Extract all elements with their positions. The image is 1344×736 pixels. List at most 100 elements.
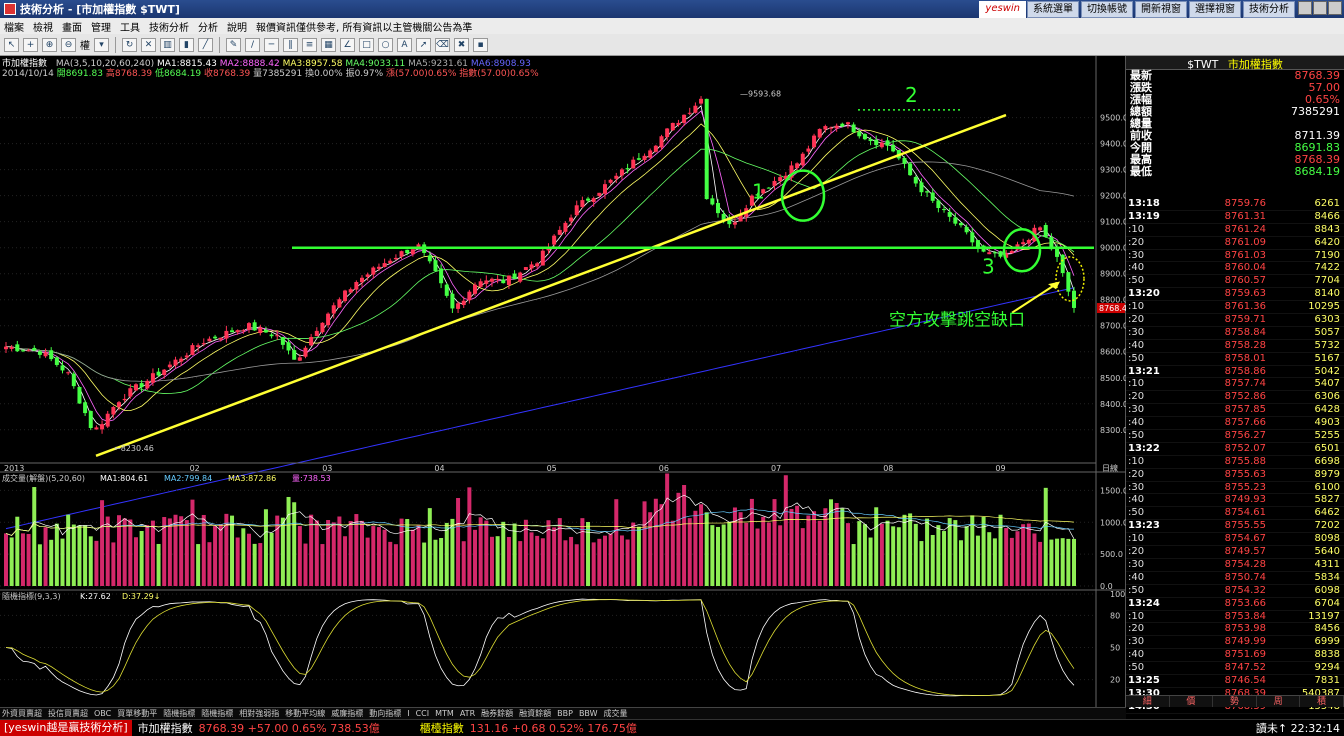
indicator-tab[interactable]: I <box>407 709 409 718</box>
tick-row[interactable]: 13:18 8759.76 6261 <box>1126 198 1344 211</box>
tick-row[interactable]: 13:25 8746.54 7831 <box>1126 675 1344 688</box>
fib-tool-icon[interactable]: ≡ <box>302 37 317 52</box>
dropdown-arrow-icon[interactable]: ▾ <box>94 37 109 52</box>
tick-row[interactable]: :40 8760.04 7422 <box>1126 262 1344 276</box>
draw-icon[interactable]: ✎ <box>226 37 241 52</box>
indicator-tab[interactable]: 成交量 <box>604 708 628 719</box>
cursor-icon[interactable]: ↖ <box>4 37 19 52</box>
menu-manage[interactable]: 管理 <box>91 19 111 34</box>
tab-week[interactable]: 周 <box>1257 696 1301 707</box>
refresh-icon[interactable]: ↻ <box>122 37 137 52</box>
tick-row[interactable]: :10 8755.88 6698 <box>1126 456 1344 469</box>
tick-row[interactable]: 13:23 8755.55 7202 <box>1126 520 1344 534</box>
tick-row[interactable]: :50 8754.32 6098 <box>1126 585 1344 598</box>
menu-technical[interactable]: 技術分析 <box>149 19 189 34</box>
indicator-tab[interactable]: OBC <box>94 709 111 718</box>
tick-row[interactable]: 13:19 8761.31 8466 <box>1126 211 1344 224</box>
tick-row[interactable]: :20 8749.57 5640 <box>1126 546 1344 559</box>
tick-row[interactable]: :50 8758.01 5167 <box>1126 353 1344 366</box>
tick-row[interactable]: :30 8757.85 6428 <box>1126 404 1344 418</box>
tick-row[interactable]: :10 8753.84 13197 <box>1126 611 1344 624</box>
tick-row[interactable]: :40 8758.28 5732 <box>1126 340 1344 353</box>
line-tool-icon[interactable]: / <box>245 37 260 52</box>
indicator-tab[interactable]: BBW <box>579 709 598 718</box>
indicator-tab[interactable]: 外資買賣超 <box>2 708 42 719</box>
tick-row[interactable]: 13:21 8758.86 5042 <box>1126 366 1344 379</box>
tick-row[interactable]: :10 8754.67 8098 <box>1126 533 1344 547</box>
angle-tool-icon[interactable]: ∠ <box>340 37 355 52</box>
menu-file[interactable]: 檔案 <box>4 19 24 34</box>
menu-tools[interactable]: 工具 <box>120 19 140 34</box>
indicator-tab[interactable]: MTM <box>435 709 454 718</box>
indicator-tab[interactable]: CCI <box>416 709 430 718</box>
tick-row[interactable]: :20 8759.71 6303 <box>1126 314 1344 327</box>
line-chart-icon[interactable]: ╱ <box>198 37 213 52</box>
indicator-tab[interactable]: 融券餘額 <box>481 708 513 719</box>
tick-list[interactable]: 13:18 8759.76 6261 13:19 8761.31 8466:10 8761.… <box>1126 198 1344 714</box>
tick-row[interactable]: :40 8750.74 5834 <box>1126 572 1344 585</box>
save-icon[interactable]: ▪ <box>473 37 488 52</box>
technical-analysis-button[interactable]: 技術分析 <box>1243 1 1295 18</box>
indicator-tab[interactable]: 動向指標 <box>369 708 401 719</box>
menu-help[interactable]: 說明 <box>227 19 247 34</box>
delete-icon[interactable]: ✖ <box>454 37 469 52</box>
indicator-tab[interactable]: 威廉指標 <box>331 708 363 719</box>
tab-price[interactable]: 價 <box>1170 696 1214 707</box>
indicator-tab[interactable]: BBP <box>557 709 573 718</box>
menu-view[interactable]: 檢視 <box>33 19 53 34</box>
indicator-tab[interactable]: ATR <box>460 709 475 718</box>
tick-row[interactable]: :30 8749.99 6999 <box>1126 636 1344 650</box>
tick-row[interactable]: :30 8761.03 7190 <box>1126 250 1344 263</box>
tick-row[interactable]: :50 8760.57 7704 <box>1126 275 1344 289</box>
rect-tool-icon[interactable]: □ <box>359 37 374 52</box>
indicator-tab[interactable]: 相對強弱指 <box>239 708 279 719</box>
grid-tool-icon[interactable]: ▦ <box>321 37 336 52</box>
system-menu-button[interactable]: 系統選單 <box>1027 1 1079 18</box>
tab-accum[interactable]: 積 <box>1300 696 1344 707</box>
tick-row[interactable]: :30 8758.84 5057 <box>1126 327 1344 340</box>
hline-tool-icon[interactable]: ─ <box>264 37 279 52</box>
maximize-icon[interactable] <box>1313 1 1327 15</box>
tick-row[interactable]: 13:22 8752.07 6501 <box>1126 443 1344 456</box>
zoom-in-icon[interactable]: ⊕ <box>42 37 57 52</box>
indicator-tab[interactable]: 買單移動平 <box>117 708 157 719</box>
select-window-button[interactable]: 選擇視窗 <box>1189 1 1241 18</box>
crosshair-icon[interactable]: + <box>23 37 38 52</box>
tick-row[interactable]: :20 8752.86 6306 <box>1126 391 1344 405</box>
menu-screen[interactable]: 畫面 <box>62 19 82 34</box>
tick-row[interactable]: :20 8755.63 8979 <box>1126 469 1344 482</box>
tick-row[interactable]: :50 8756.27 5255 <box>1126 430 1344 443</box>
indicator-tab[interactable]: 隨機指標 <box>201 708 233 719</box>
tab-detail[interactable]: 細 <box>1126 696 1170 707</box>
switch-account-button[interactable]: 切換帳號 <box>1081 1 1133 18</box>
text-tool-icon[interactable]: A <box>397 37 412 52</box>
tick-row[interactable]: :10 8761.36 10295 <box>1126 301 1344 315</box>
arrow-tool-icon[interactable]: ➚ <box>416 37 431 52</box>
tick-row[interactable]: :10 8757.74 5407 <box>1126 378 1344 392</box>
tick-row[interactable]: 13:20 8759.63 8140 <box>1126 288 1344 302</box>
bar-chart-icon[interactable]: ▥ <box>160 37 175 52</box>
tick-row[interactable]: :20 8753.98 8456 <box>1126 623 1344 637</box>
minimize-icon[interactable] <box>1298 1 1312 15</box>
indicator-tab[interactable]: 投信買賣超 <box>48 708 88 719</box>
indicator-tab[interactable]: 融資餘額 <box>519 708 551 719</box>
channel-tool-icon[interactable]: ‖ <box>283 37 298 52</box>
tick-row[interactable]: :30 8754.28 4311 <box>1126 559 1344 572</box>
indicator-tab[interactable]: 隨機指標 <box>163 708 195 719</box>
tick-row[interactable]: :40 8749.93 5827 <box>1126 494 1344 508</box>
eraser-icon[interactable]: ⌫ <box>435 37 450 52</box>
tick-row[interactable]: :30 8755.23 6100 <box>1126 482 1344 495</box>
stop-icon[interactable]: ✕ <box>141 37 156 52</box>
tick-row[interactable]: :20 8761.09 6420 <box>1126 237 1344 250</box>
new-window-button[interactable]: 開新視窗 <box>1135 1 1187 18</box>
tick-row[interactable]: :10 8761.24 8843 <box>1126 224 1344 237</box>
menu-analysis[interactable]: 分析 <box>198 19 218 34</box>
tab-trend[interactable]: 勢 <box>1213 696 1257 707</box>
tick-row[interactable]: :50 8747.52 9294 <box>1126 662 1344 675</box>
weight-dropdown[interactable]: 權 <box>80 37 90 52</box>
indicator-tab[interactable]: 移動平均線 <box>285 708 325 719</box>
tick-row[interactable]: :50 8754.61 6462 <box>1126 507 1344 521</box>
close-icon[interactable] <box>1328 1 1342 15</box>
candle-icon[interactable]: ▮ <box>179 37 194 52</box>
zoom-out-icon[interactable]: ⊖ <box>61 37 76 52</box>
